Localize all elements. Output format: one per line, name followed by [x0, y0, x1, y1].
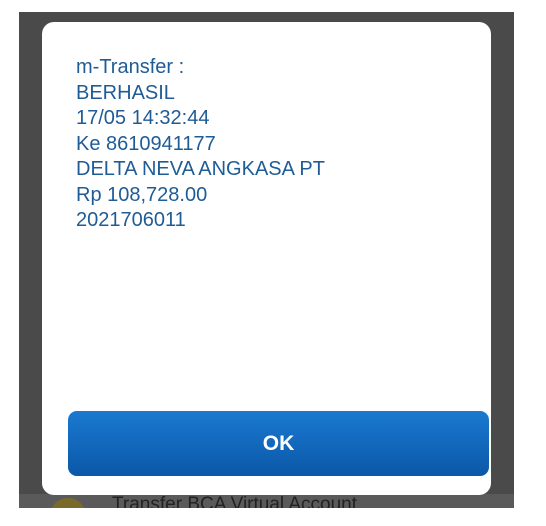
- ok-button[interactable]: OK: [68, 411, 489, 476]
- message-reference: 2021706011: [76, 209, 186, 231]
- message-datetime: 17/05 14:32:44: [76, 107, 210, 129]
- message-account: Ke 8610941177: [76, 132, 216, 155]
- dialog-message: m-Transfer : BERHASIL 17/05 14:32:44 Ke …: [76, 55, 325, 234]
- message-status: BERHASIL: [76, 81, 175, 104]
- app-screen: Transfer BCA Virtual Account m-Transfer …: [19, 12, 514, 508]
- message-recipient: DELTA NEVA ANGKASA PT: [76, 158, 325, 180]
- message-title: m-Transfer :: [76, 56, 185, 78]
- menu-item-label: Transfer BCA Virtual Account: [112, 494, 358, 508]
- transfer-result-dialog: m-Transfer : BERHASIL 17/05 14:32:44 Ke …: [42, 22, 491, 495]
- message-amount: Rp 108,728.00: [76, 183, 208, 206]
